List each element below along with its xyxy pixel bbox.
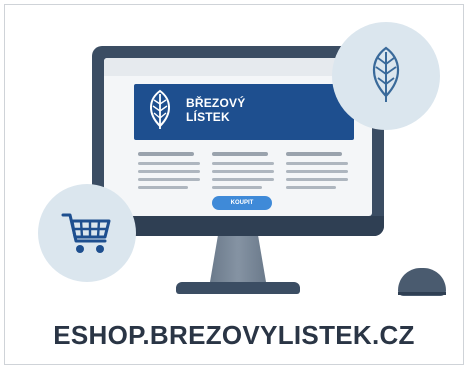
placeholder-text-line bbox=[286, 162, 348, 165]
placeholder-text-line bbox=[286, 170, 348, 173]
buy-button[interactable]: KOUPIT bbox=[212, 196, 272, 210]
monitor-stand bbox=[210, 236, 266, 282]
placeholder-text-line bbox=[212, 178, 274, 181]
placeholder-text-line bbox=[212, 162, 274, 165]
computer-mouse-base bbox=[398, 292, 446, 295]
placeholder-text-line bbox=[286, 178, 348, 181]
leaf-icon bbox=[372, 46, 400, 102]
site-url-caption: ESHOP.BREZOVYLISTEK.CZ bbox=[53, 320, 415, 350]
placeholder-text-line bbox=[212, 152, 268, 156]
placeholder-text-line bbox=[138, 170, 200, 173]
placeholder-text-line bbox=[286, 186, 336, 189]
placeholder-text-line bbox=[138, 186, 188, 189]
monitor-stand-base bbox=[176, 282, 300, 294]
illustration: BŘEZOVÝ LÍSTEK KOUPIT bbox=[0, 0, 468, 369]
placeholder-text-line bbox=[286, 152, 342, 156]
placeholder-text-line bbox=[138, 152, 194, 156]
leaf-icon bbox=[150, 89, 170, 129]
placeholder-text-line bbox=[138, 162, 200, 165]
store-name: BŘEZOVÝ LÍSTEK bbox=[186, 96, 246, 124]
placeholder-text-line bbox=[212, 170, 274, 173]
placeholder-text-line bbox=[212, 186, 262, 189]
placeholder-text-line bbox=[138, 178, 200, 181]
shopping-cart-icon bbox=[61, 213, 111, 253]
